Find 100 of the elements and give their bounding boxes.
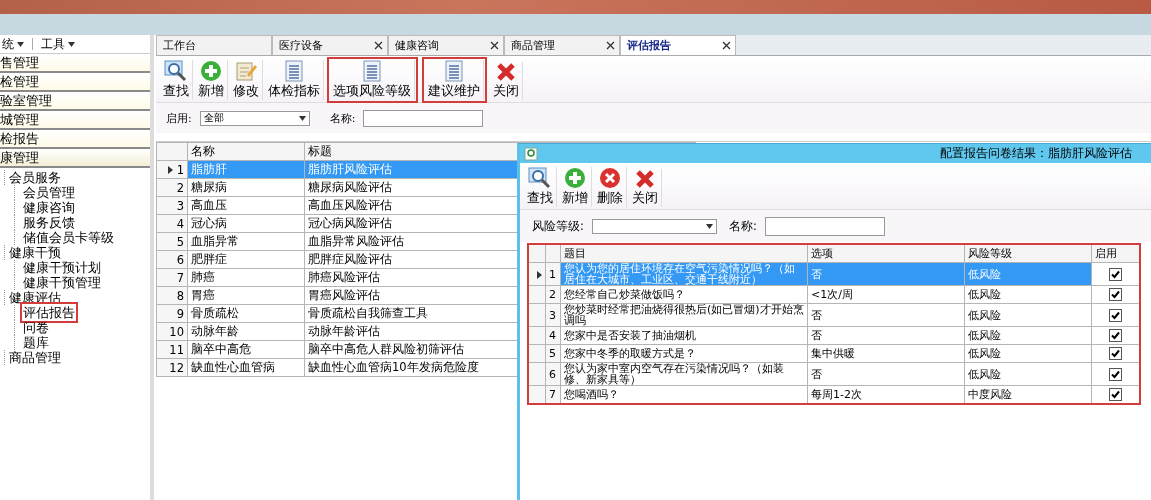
nav-section[interactable]: 检管理: [0, 73, 150, 92]
toolbar-button[interactable]: 新增: [559, 167, 592, 207]
nav-section[interactable]: 城管理: [0, 111, 150, 130]
app-icon: [524, 146, 538, 161]
tab[interactable]: 商品管理: [504, 35, 620, 55]
tree-item[interactable]: 健康干预计划: [23, 260, 101, 275]
nav-section[interactable]: 检报告: [0, 130, 150, 149]
table-cell: 胃癌: [187, 286, 305, 305]
column-header: 启用: [1091, 244, 1140, 263]
table-cell: 骨质疏松: [187, 304, 305, 323]
table-cell: 冠心病: [187, 214, 305, 233]
row-pointer-icon: [168, 166, 173, 174]
toolbar-button[interactable]: 建议维护: [425, 60, 484, 100]
nav-section[interactable]: 售管理: [0, 54, 150, 73]
toolbar-button[interactable]: 关闭: [490, 62, 523, 100]
column-header: 名称: [187, 142, 305, 161]
toolbar-button[interactable]: 选项风险等级: [330, 60, 415, 100]
name-field[interactable]: [363, 109, 484, 127]
table-cell: 否: [807, 362, 965, 386]
close-icon: [496, 62, 516, 82]
close-icon[interactable]: [722, 41, 731, 50]
filter-label: 名称:: [728, 218, 757, 234]
table-cell: 低风险: [964, 344, 1092, 363]
nav-section[interactable]: 康管理: [0, 149, 150, 168]
tab[interactable]: 健康咨询: [388, 35, 504, 55]
checkbox[interactable]: [1109, 367, 1122, 381]
menu-item[interactable]: 工具: [39, 35, 77, 53]
add-icon: [564, 167, 586, 189]
document-icon: [362, 60, 382, 82]
toolbar-button[interactable]: 体检指标: [265, 60, 324, 100]
tab[interactable]: 医疗设备: [272, 35, 388, 55]
caret-icon: [68, 41, 75, 47]
checkbox[interactable]: [1109, 388, 1122, 401]
tree-item[interactable]: 健康干预: [4, 245, 150, 260]
table-cell: 低风险: [964, 326, 1092, 345]
checkbox[interactable]: [1109, 288, 1122, 301]
toolbar-button[interactable]: 关闭: [629, 169, 662, 207]
tree-item[interactable]: 会员管理: [23, 185, 75, 200]
table-cell: <1次/周: [807, 285, 965, 304]
menu-item[interactable]: 统: [0, 35, 26, 53]
toolbar-button[interactable]: 查找: [524, 167, 557, 207]
checkbox[interactable]: [1109, 347, 1122, 360]
nav-section[interactable]: 验室管理: [0, 92, 150, 111]
add-icon: [200, 60, 222, 82]
tree-item[interactable]: 评估报告: [23, 305, 75, 320]
table-cell: 否: [807, 262, 965, 286]
tree-item[interactable]: 商品管理: [4, 350, 150, 365]
tree-item[interactable]: 服务反馈: [23, 215, 75, 230]
notepad-pencil-icon: [235, 60, 257, 82]
caret-icon: [298, 115, 306, 121]
delete-icon: [599, 167, 621, 189]
tab[interactable]: 评估报告: [620, 35, 736, 55]
table-cell: 动脉年龄: [187, 322, 305, 341]
table-cell: 低风险: [964, 303, 1092, 327]
filter-label: 启用:: [166, 110, 192, 126]
tree-item[interactable]: 问卷: [23, 320, 49, 335]
enabled-dropdown[interactable]: 全部: [199, 110, 310, 126]
table-cell: 低风险: [964, 362, 1092, 386]
column-header: 题目: [560, 244, 808, 263]
close-icon[interactable]: [606, 41, 615, 50]
table-cell: 高血压: [187, 196, 305, 215]
tree-item[interactable]: 健康咨询: [23, 200, 75, 215]
column-header: 选项: [807, 244, 965, 263]
close-icon[interactable]: [374, 41, 383, 50]
tree-item[interactable]: 健康干预管理: [23, 275, 101, 290]
checkbox[interactable]: [1109, 308, 1122, 322]
dialog-title: 配置报告问卷结果：脂肪肝风险评估: [940, 145, 1132, 162]
table-cell: 您经常自己炒菜做饭吗？: [560, 285, 808, 304]
risk-level-dropdown[interactable]: [591, 218, 717, 234]
table-cell: 集中供暖: [807, 344, 965, 363]
caret-icon: [705, 223, 713, 229]
table-cell: 您家中是否安装了抽油烟机: [560, 326, 808, 345]
toolbar-button[interactable]: 修改: [230, 60, 263, 100]
tree-item[interactable]: 会员服务: [4, 170, 150, 185]
search-icon: [528, 167, 552, 189]
row-pointer-icon: [537, 270, 542, 279]
tree-item[interactable]: 储值会员卡等级: [23, 230, 114, 245]
table-cell: 肺癌: [187, 268, 305, 287]
table-cell: 您家中冬季的取暖方式是？: [560, 344, 808, 363]
table-cell: 低风险: [964, 262, 1092, 286]
column-header: 风险等级: [964, 244, 1092, 263]
close-icon: [635, 169, 655, 189]
table-cell: 血脂异常: [187, 232, 305, 251]
filter-label: 风险等级:: [532, 218, 584, 234]
table-cell: 糖尿病: [187, 178, 305, 197]
table-cell: 脑卒中高危: [187, 340, 305, 359]
tab[interactable]: 工作台: [156, 35, 272, 55]
table-cell: 您认为您的居住环境存在空气污染情况吗？（如居住在大城市、工业区、交通干线附近）: [560, 262, 808, 286]
toolbar-button[interactable]: 查找: [160, 60, 193, 100]
document-icon: [444, 60, 464, 82]
toolbar-button[interactable]: 删除: [594, 167, 627, 207]
checkbox[interactable]: [1109, 329, 1122, 342]
toolbar-button[interactable]: 新增: [195, 60, 228, 100]
table-cell: 缺血性心血管病: [187, 358, 305, 377]
filter-label: 名称:: [329, 110, 356, 126]
checkbox[interactable]: [1109, 267, 1122, 281]
close-icon[interactable]: [490, 41, 499, 50]
tree-item[interactable]: 题库: [23, 335, 49, 350]
caret-icon: [17, 41, 24, 47]
name-field[interactable]: [764, 216, 885, 236]
